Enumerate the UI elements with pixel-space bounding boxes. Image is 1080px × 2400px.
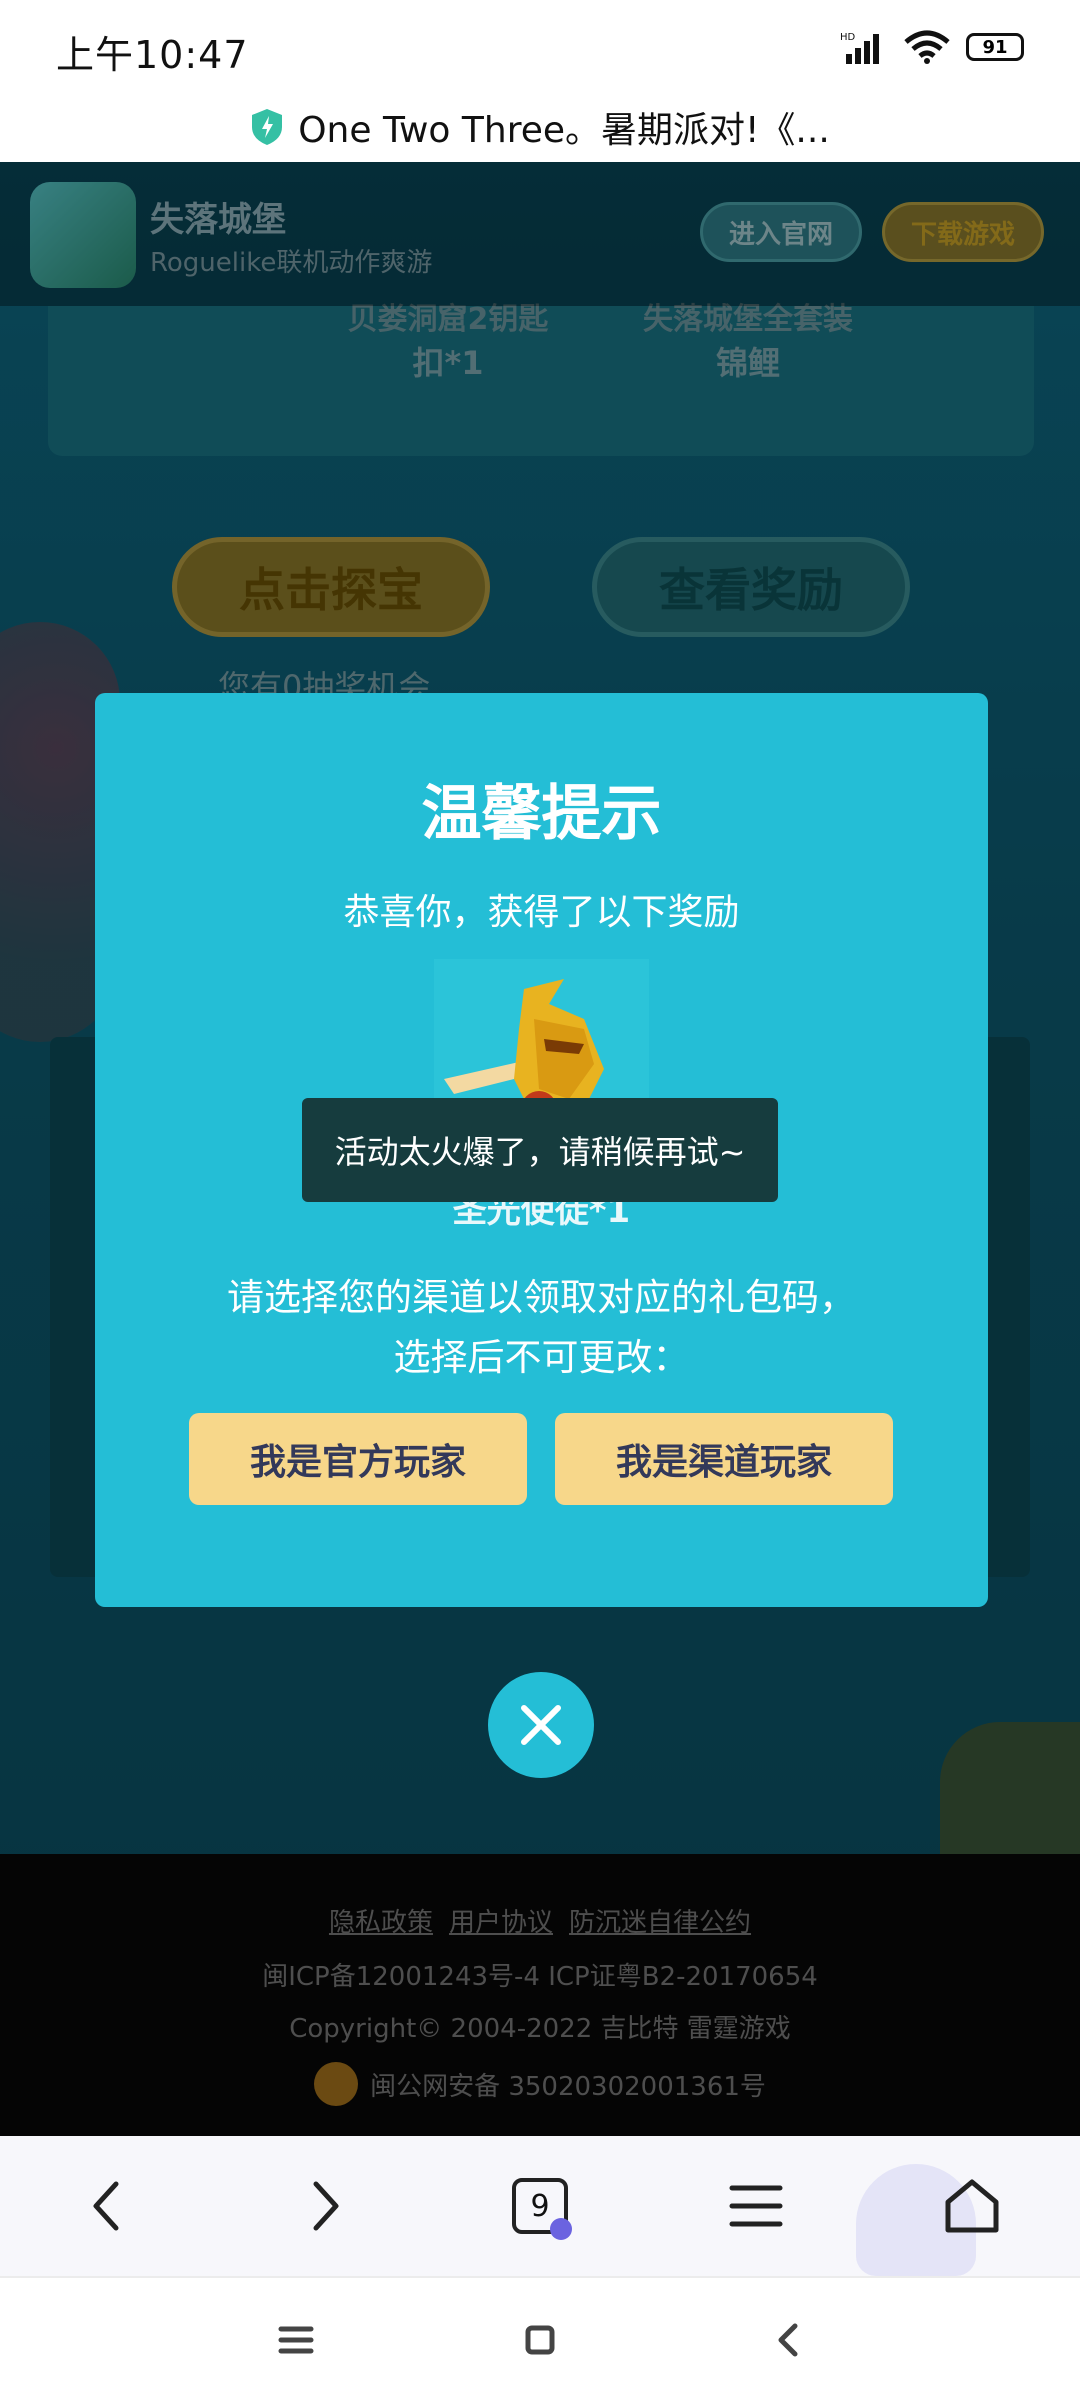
police-record-text: 闽公网安备 35020302001361号 [370, 2071, 766, 2102]
tab-count: 9 [530, 2188, 550, 2224]
battery-icon: 91 [966, 33, 1024, 61]
recents-icon [278, 2326, 314, 2354]
menu-icon [729, 2185, 783, 2227]
square-icon [525, 2325, 555, 2355]
clock: 上午10:47 [56, 33, 249, 77]
recents-button[interactable] [268, 2312, 324, 2368]
triangle-back-icon [778, 2323, 798, 2357]
ghost-badge-icon [550, 2218, 572, 2240]
forward-button[interactable] [290, 2170, 362, 2242]
official-player-button[interactable]: 我是官方玩家 [189, 1413, 527, 1505]
home-nav-button[interactable] [512, 2312, 568, 2368]
close-dialog-button[interactable] [488, 1672, 594, 1778]
channel-player-button[interactable]: 我是渠道玩家 [555, 1413, 893, 1505]
signal-icon: HD [840, 32, 879, 64]
page-footer: 隐私政策 用户协议 防沉迷自律公约 闽ICP备12001243号-4 ICP证粤… [0, 1854, 1080, 2136]
dialog-subtitle: 恭喜你，获得了以下奖励 [343, 892, 740, 933]
battery-level: 91 [982, 36, 1008, 58]
police-record: 闽公网安备 35020302001361号 [0, 2062, 1080, 2106]
status-bar: 上午10:47 HD 91 [0, 0, 1080, 92]
chevron-left-icon [93, 2181, 119, 2231]
anti-addiction-link[interactable]: 防沉迷自律公约 [569, 1902, 751, 1939]
svg-text:HD: HD [840, 32, 856, 43]
prompt-line: 选择后不可更改： [393, 1336, 690, 1379]
home-icon [945, 2179, 999, 2233]
shield-icon [252, 109, 283, 145]
channel-prompt: 请选择您的渠道以领取对应的礼包码， 选择后不可更改： [95, 1268, 988, 1388]
toast-message: 活动太火爆了，请稍候再试~ [302, 1098, 778, 1202]
page-title: One Two Three。暑期派对!《... [298, 110, 830, 151]
browser-toolbar: 9 [0, 2136, 1080, 2276]
prompt-line: 请选择您的渠道以领取对应的礼包码， [227, 1276, 856, 1319]
footer-links: 隐私政策 用户协议 防沉迷自律公约 [0, 1902, 1080, 1939]
copyright-text: Copyright© 2004-2022 吉比特 雷霆游戏 [289, 2014, 791, 2044]
home-button[interactable] [936, 2170, 1008, 2242]
dialog-title: 温馨提示 [421, 779, 662, 849]
back-button[interactable] [70, 2170, 142, 2242]
police-badge-icon [314, 2062, 359, 2106]
privacy-policy-link[interactable]: 隐私政策 [329, 1902, 433, 1939]
chevron-right-icon [313, 2181, 339, 2231]
back-nav-button[interactable] [760, 2312, 816, 2368]
icp-text: 闽ICP备12001243号-4 ICP证粤B2-20170654 [262, 1962, 818, 1992]
status-icons: HD 91 [840, 30, 1024, 64]
address-bar[interactable]: One Two Three。暑期派对!《... [0, 92, 1080, 162]
wifi-icon [904, 30, 950, 64]
user-agreement-link[interactable]: 用户协议 [449, 1902, 553, 1939]
menu-button[interactable] [720, 2170, 792, 2242]
close-icon [521, 1705, 561, 1745]
system-navigation-bar [0, 2276, 1080, 2400]
